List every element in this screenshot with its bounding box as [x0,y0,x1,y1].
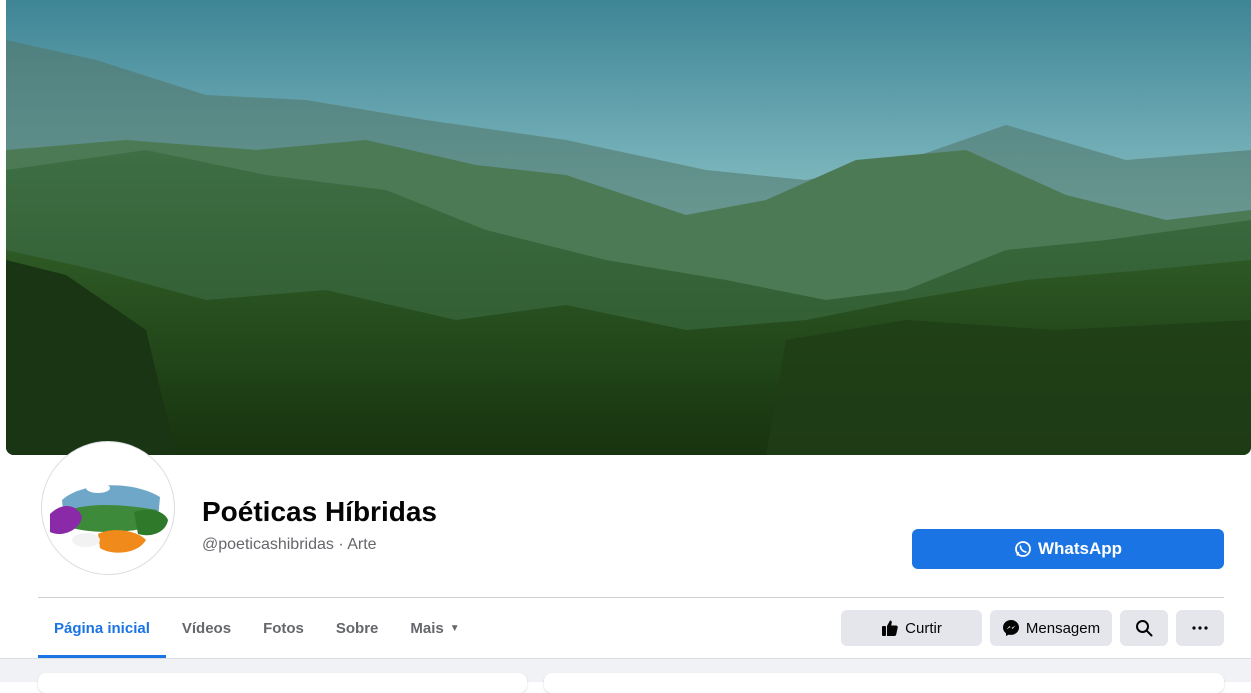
tab-home-label: Página inicial [54,619,150,637]
more-icon [1192,626,1208,630]
tab-videos[interactable]: Vídeos [166,598,247,658]
tab-about[interactable]: Sobre [320,598,395,658]
page-subtitle: @poeticashibridas · Arte [202,536,377,554]
tab-about-label: Sobre [335,619,379,637]
intro-card [38,673,527,693]
cover-photo[interactable] [6,0,1251,455]
page-title: Poéticas Híbridas [202,496,437,527]
like-button-label: Curtir [905,619,942,637]
tab-videos-label: Vídeos [181,619,232,637]
page-tabs: Página inicial Vídeos Fotos Sobre Mais ▼ [38,598,476,658]
page-handle: @poeticashibridas [202,536,334,553]
avatar-logo-image [50,475,168,553]
search-button[interactable] [1120,610,1168,646]
tab-photos[interactable]: Fotos [247,598,320,658]
page-category[interactable]: Arte [347,536,376,553]
messenger-icon [1002,619,1020,637]
whatsapp-button[interactable]: WhatsApp [912,529,1224,569]
cover-landscape-image [6,0,1251,455]
whatsapp-icon [1014,540,1032,558]
message-button-label: Mensagem [1025,619,1101,637]
more-options-button[interactable] [1176,610,1224,646]
like-button[interactable]: Curtir [841,610,982,646]
search-icon [1135,619,1153,637]
tab-more[interactable]: Mais ▼ [394,598,475,658]
tab-home[interactable]: Página inicial [38,598,166,658]
tab-photos-label: Fotos [263,619,304,637]
message-button[interactable]: Mensagem [990,610,1112,646]
thumbs-up-icon [881,619,899,637]
feed-card [544,673,1224,693]
page-avatar[interactable] [41,441,175,575]
tab-more-label: Mais [410,619,444,637]
subtitle-separator: · [338,536,344,553]
caret-down-icon: ▼ [449,622,460,634]
whatsapp-button-label: WhatsApp [1037,539,1123,558]
